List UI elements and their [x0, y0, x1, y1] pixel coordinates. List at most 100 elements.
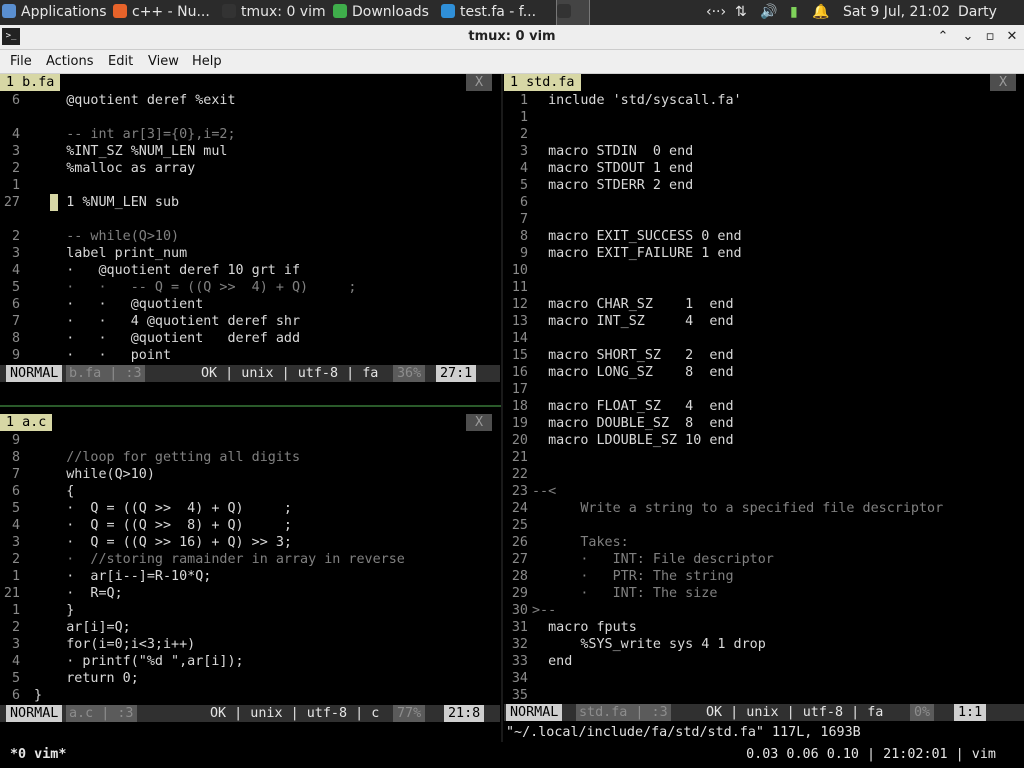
code-line[interactable]: · INT: The size: [532, 585, 717, 602]
network-icon[interactable]: ‹··›: [706, 0, 726, 25]
code-line[interactable]: macro FLOAT_SZ 4 end: [532, 398, 733, 415]
code-line[interactable]: include 'std/syscall.fa': [532, 92, 742, 109]
pane-a-c[interactable]: 1 a.c X 9 8 //loop for getting all digits 7 …: [0, 414, 500, 724]
code-line[interactable]: macro DOUBLE_SZ 8 end: [532, 415, 733, 432]
terminal-area[interactable]: 1 b.fa X 6 @quotient deref %exit 4 -- int a…: [0, 74, 1024, 768]
code-line[interactable]: -- int ar[3]={0},i=2;: [34, 126, 235, 143]
code-line[interactable]: · @quotient deref 10 grt if: [34, 262, 300, 279]
code-line[interactable]: macro EXIT_SUCCESS 0 end: [532, 228, 742, 245]
code-line[interactable]: }: [34, 687, 42, 704]
code-line[interactable]: %SYS_write sys 4 1 drop: [532, 636, 765, 653]
horizontal-pane-divider[interactable]: [0, 405, 501, 407]
code-line[interactable]: · R=Q;: [34, 585, 122, 602]
code-line[interactable]: >--: [532, 602, 556, 619]
notification-bell-icon[interactable]: 🔔: [812, 0, 829, 25]
code-line[interactable]: return 0;: [34, 670, 139, 687]
code-line[interactable]: · ar[i--]=R-10*Q;: [34, 568, 211, 585]
code-line[interactable]: {: [34, 483, 74, 500]
code-line[interactable]: --<: [532, 483, 556, 500]
statusline-percent: 0%: [910, 704, 935, 721]
code-line[interactable]: label print_num: [34, 245, 187, 262]
vim-mode-indicator: NORMAL: [6, 705, 63, 722]
taskbar-item-label: Applications ☰: [21, 4, 107, 20]
line-number: 4: [519, 161, 528, 176]
code-line[interactable]: · Q = ((Q >> 16) + Q) >> 3;: [34, 534, 292, 551]
vertical-pane-divider[interactable]: [501, 74, 503, 768]
taskbar-item-1[interactable]: c++ - Nu...: [113, 0, 217, 25]
buffer-tab[interactable]: 1 a.c: [0, 414, 53, 431]
code-line[interactable]: Takes:: [532, 534, 628, 551]
user-name-label[interactable]: Darty uwu: [958, 0, 1024, 45]
close-tab-button[interactable]: X: [466, 74, 492, 91]
taskbar-item-2[interactable]: tmux: 0 vim: [222, 0, 329, 25]
line-number: 2: [11, 552, 20, 567]
taskbar-item-3[interactable]: Downloads: [333, 0, 436, 25]
line-number: 9: [11, 433, 20, 448]
menu-actions[interactable]: Actions: [46, 50, 94, 73]
taskbar-item-5[interactable]: [556, 0, 590, 26]
statusline-fileinfo: OK | unix | utf-8 | fa: [706, 705, 884, 720]
code-line[interactable]: · · 4 @quotient deref shr: [34, 313, 300, 330]
buffer-tab[interactable]: 1 std.fa: [504, 74, 581, 91]
pane-b-fa[interactable]: 1 b.fa X 6 @quotient deref %exit 4 -- int a…: [0, 74, 500, 384]
restore-button[interactable]: ⌄: [958, 27, 978, 47]
code-line[interactable]: · · @quotient: [34, 296, 203, 313]
transfer-icon[interactable]: ⇅: [735, 0, 747, 25]
menu-help[interactable]: Help: [192, 50, 222, 73]
maximize-button[interactable]: ▫: [980, 27, 1000, 47]
code-line[interactable]: //loop for getting all digits: [34, 449, 300, 466]
code-line[interactable]: · Q = ((Q >> 4) + Q) ;: [34, 500, 292, 517]
tmux-window-label[interactable]: *0 vim*: [10, 743, 66, 767]
close-tab-button[interactable]: X: [466, 414, 492, 431]
code-line[interactable]: macro CHAR_SZ 1 end: [532, 296, 733, 313]
code-line[interactable]: for(i=0;i<3;i++): [34, 636, 195, 653]
code-line[interactable]: Write a string to a specified file descr…: [532, 500, 943, 517]
battery-icon[interactable]: ▮: [790, 0, 798, 25]
line-number: 8: [11, 331, 20, 346]
code-line[interactable]: macro INT_SZ 4 end: [532, 313, 733, 330]
code-line[interactable]: · · point: [34, 347, 171, 364]
menu-view[interactable]: View: [148, 50, 179, 73]
code-line[interactable]: while(Q>10): [34, 466, 155, 483]
code-line[interactable]: · printf("%d ",ar[i]);: [34, 653, 243, 670]
close-tab-button[interactable]: X: [990, 74, 1016, 91]
code-line[interactable]: macro fputs: [532, 619, 637, 636]
clock-label[interactable]: Sat 9 Jul, 21:02: [843, 0, 950, 25]
code-line[interactable]: macro SHORT_SZ 2 end: [532, 347, 733, 364]
buffer-tab[interactable]: 1 b.fa: [0, 74, 61, 91]
menu-edit[interactable]: Edit: [108, 50, 133, 73]
line-number: 11: [511, 280, 528, 295]
code-line[interactable]: %malloc as array: [34, 160, 195, 177]
code-line[interactable]: }: [34, 602, 74, 619]
code-line[interactable]: · · @quotient deref add: [34, 330, 300, 347]
close-button[interactable]: ✕: [1002, 27, 1022, 47]
line-number: 13: [511, 314, 528, 329]
code-line[interactable]: · PTR: The string: [532, 568, 733, 585]
code-line[interactable]: · Q = ((Q >> 8) + Q) ;: [34, 517, 292, 534]
code-line[interactable]: macro EXIT_FAILURE 1 end: [532, 245, 742, 262]
taskbar-item-label: test.fa - f...: [460, 4, 537, 20]
line-number: 21: [3, 586, 20, 601]
code-line[interactable]: macro STDOUT 1 end: [532, 160, 693, 177]
taskbar-item-0[interactable]: Applications ☰: [2, 0, 107, 25]
code-line[interactable]: macro STDIN 0 end: [532, 143, 693, 160]
code-line[interactable]: macro STDERR 2 end: [532, 177, 693, 194]
code-line[interactable]: macro LDOUBLE_SZ 10 end: [532, 432, 733, 449]
line-number: 31: [511, 620, 528, 635]
minimize-button[interactable]: ⌃: [933, 27, 953, 47]
code-line[interactable]: · //storing ramainder in array in revers…: [34, 551, 405, 568]
taskbar-item-4[interactable]: test.fa - f...: [441, 0, 551, 25]
code-line[interactable]: ar[i]=Q;: [34, 619, 131, 636]
volume-icon[interactable]: 🔊: [760, 0, 777, 25]
code-line[interactable]: · · -- Q = ((Q >> 4) + Q) ;: [34, 279, 356, 296]
menu-file[interactable]: File: [10, 50, 32, 73]
tmux-status-bar: *0 vim* 0.03 0.06 0.10 | 21:02:01 | vim: [0, 742, 1024, 768]
code-line[interactable]: · INT: File descriptor: [532, 551, 774, 568]
code-line[interactable]: @quotient deref %exit: [34, 92, 235, 109]
code-line[interactable]: -- while(Q>10): [34, 228, 179, 245]
code-line[interactable]: end: [532, 653, 572, 670]
code-line[interactable]: macro LONG_SZ 8 end: [532, 364, 733, 381]
pane-std-fa[interactable]: 1 std.fa X 1 include 'std/syscall.fa' 1 2 3 m…: [504, 74, 1024, 724]
code-line[interactable]: %INT_SZ %NUM_LEN mul: [34, 143, 227, 160]
line-number: 29: [511, 586, 528, 601]
